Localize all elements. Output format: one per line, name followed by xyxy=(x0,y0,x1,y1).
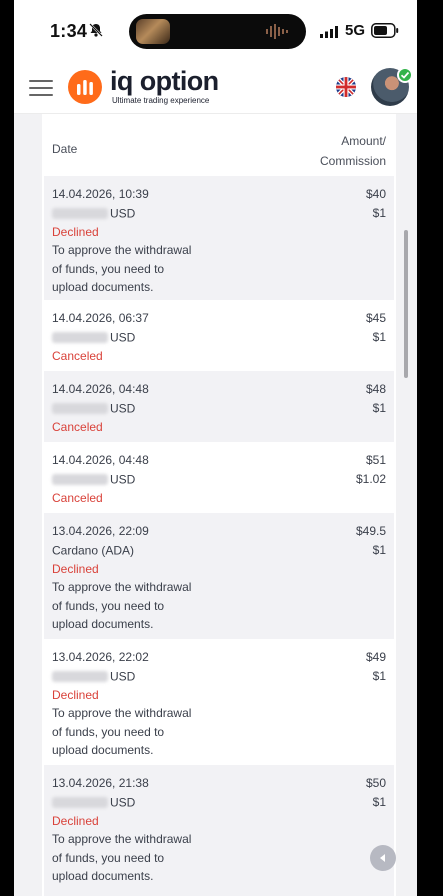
row-status: Declined xyxy=(52,813,99,828)
row-note-line: upload documents. xyxy=(52,743,154,758)
status-bar: 1:34 5G xyxy=(14,0,417,62)
row-details: 14.04.2026, 06:37 USD Canceled xyxy=(52,309,149,365)
row-date: 13.04.2026, 21:38 xyxy=(52,776,149,790)
row-note-line: of funds, you need to xyxy=(52,850,165,865)
signal-icon xyxy=(320,26,338,38)
row-note-line: of funds, you need to xyxy=(52,724,165,739)
bell-slash-icon xyxy=(89,23,103,37)
row-note-line: To approve the withdrawal xyxy=(52,580,192,595)
row-amounts: $45 $1 xyxy=(366,309,386,346)
column-header-date: Date xyxy=(52,142,78,156)
row-asset: USD xyxy=(52,793,191,812)
row-asset: USD xyxy=(52,470,149,489)
table-row: 13.04.2026, 22:09 Cardano (ADA) Declined To… xyxy=(44,513,394,639)
column-header-amount: Amount/ Commission xyxy=(319,134,386,168)
battery-icon xyxy=(371,23,399,38)
row-details: 14.04.2026, 04:48 USD Canceled xyxy=(52,380,149,436)
row-note-line: To approve the withdrawal xyxy=(52,832,192,847)
table-row: 13.04.2026, 21:38 USD Declined To approve t… xyxy=(44,765,394,896)
row-amount: $45 xyxy=(365,311,386,325)
row-commission: $1 xyxy=(372,400,386,415)
row-date: 13.04.2026, 22:09 xyxy=(52,524,149,538)
redacted-text xyxy=(52,473,108,485)
uk-flag-icon[interactable] xyxy=(336,77,356,97)
row-asset: USD xyxy=(52,204,191,223)
row-amounts: $51 $1.02 xyxy=(356,451,386,488)
table-row: 13.04.2026, 22:02 USD Declined To approve t… xyxy=(44,639,394,765)
row-amount: $51 xyxy=(365,453,386,467)
row-amounts: $48 $1 xyxy=(366,380,386,417)
redacted-text xyxy=(52,331,108,343)
row-commission: $1 xyxy=(372,794,386,809)
row-amounts: $40 $1 xyxy=(366,185,386,222)
row-details: 14.04.2026, 10:39 USD Declined To approve t… xyxy=(52,185,191,297)
dynamic-island xyxy=(129,14,306,49)
row-date: 14.04.2026, 04:48 xyxy=(52,382,149,396)
row-details: 13.04.2026, 22:02 USD Declined To approve t… xyxy=(52,648,191,760)
row-commission: $1 xyxy=(372,205,386,220)
brand-logo-icon[interactable] xyxy=(68,70,102,104)
phone-screen: 1:34 5G iq option Ultimate trading exper… xyxy=(14,0,417,896)
redacted-text xyxy=(52,796,108,808)
status-time: 1:34 xyxy=(50,21,88,41)
row-date: 14.04.2026, 04:48 xyxy=(52,453,149,467)
network-type: 5G xyxy=(345,22,366,39)
row-status: Declined xyxy=(52,224,99,239)
row-amounts: $49.5 $1 xyxy=(356,522,386,559)
app-header: iq option Ultimate trading experience xyxy=(14,62,417,114)
row-amount: $50 xyxy=(365,776,386,790)
row-status: Canceled xyxy=(52,419,103,434)
row-status: Declined xyxy=(52,687,99,702)
brand-name: iq option xyxy=(110,66,219,96)
redacted-text xyxy=(52,670,108,682)
row-date: 14.04.2026, 06:37 xyxy=(52,311,149,325)
menu-icon[interactable] xyxy=(29,78,53,98)
row-note-line: of funds, you need to xyxy=(52,598,165,613)
row-asset: USD xyxy=(52,399,149,418)
row-asset: Cardano (ADA) xyxy=(52,543,135,558)
row-date: 14.04.2026, 10:39 xyxy=(52,187,149,201)
row-asset: USD xyxy=(52,328,149,347)
row-date: 13.04.2026, 22:02 xyxy=(52,650,149,664)
row-details: 14.04.2026, 04:48 USD Canceled xyxy=(52,451,149,507)
brand-tagline: Ultimate trading experience xyxy=(112,96,210,105)
redacted-text xyxy=(52,207,108,219)
row-amounts: $50 $1 xyxy=(366,774,386,811)
scrollbar-thumb[interactable] xyxy=(404,230,408,378)
row-details: 13.04.2026, 21:38 USD Declined To approve t… xyxy=(52,774,191,886)
row-details: 13.04.2026, 22:09 Cardano (ADA) Declined To… xyxy=(52,522,191,634)
table-row: 14.04.2026, 06:37 USD Canceled $45 $1 xyxy=(44,300,394,371)
audio-wave-icon xyxy=(266,24,288,39)
row-commission: $1 xyxy=(372,668,386,683)
withdrawal-history-table: Date Amount/ Commission 14.04.2026, 10:3… xyxy=(42,114,396,896)
row-amount: $48 xyxy=(365,382,386,396)
row-amount: $49.5 xyxy=(355,524,386,538)
row-amount: $49 xyxy=(365,650,386,664)
now-playing-thumbnail xyxy=(136,19,170,44)
row-status: Canceled xyxy=(52,348,103,363)
row-commission: $1 xyxy=(372,329,386,344)
row-amounts: $49 $1 xyxy=(366,648,386,685)
row-note-line: upload documents. xyxy=(52,280,154,295)
row-note-line: To approve the withdrawal xyxy=(52,243,192,258)
row-commission: $1 xyxy=(372,542,386,557)
table-row: 14.04.2026, 04:48 USD Canceled $48 $1 xyxy=(44,371,394,442)
row-note-line: upload documents. xyxy=(52,869,154,884)
back-arrow-icon[interactable] xyxy=(370,845,396,871)
verified-icon xyxy=(397,67,413,83)
redacted-text xyxy=(52,402,108,414)
row-asset: USD xyxy=(52,667,191,686)
row-note-line: of funds, you need to xyxy=(52,261,165,276)
row-note-line: upload documents. xyxy=(52,617,154,632)
row-status: Canceled xyxy=(52,490,103,505)
row-commission: $1.02 xyxy=(355,471,386,486)
row-status: Declined xyxy=(52,561,99,576)
row-note-line: To approve the withdrawal xyxy=(52,706,192,721)
row-amount: $40 xyxy=(365,187,386,201)
table-row: 14.04.2026, 10:39 USD Declined To approve t… xyxy=(44,176,394,300)
table-row: 14.04.2026, 04:48 USD Canceled $51 $1.02 xyxy=(44,442,394,513)
